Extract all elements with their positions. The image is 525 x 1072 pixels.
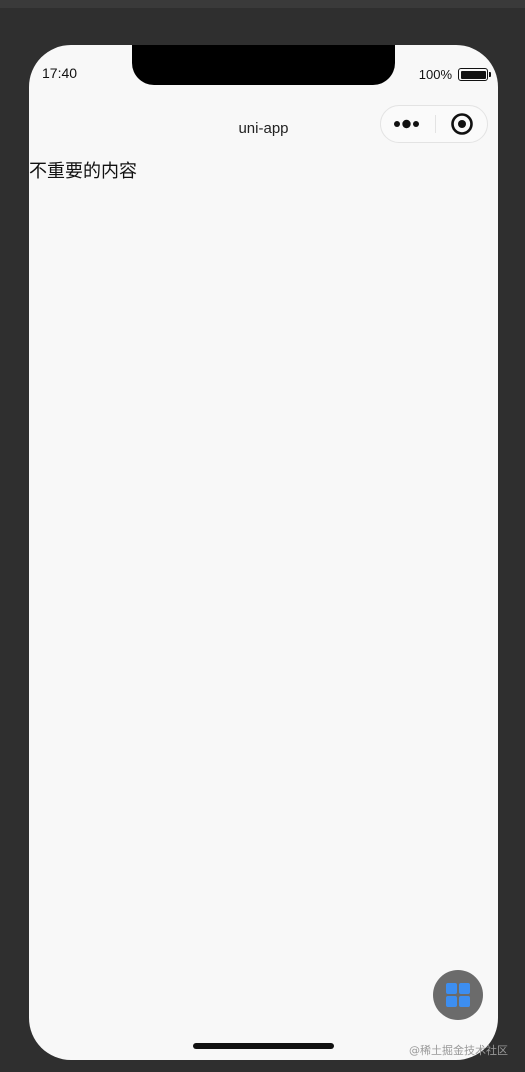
content-text: 不重要的内容 (29, 161, 137, 182)
mini-program-capsule (380, 105, 488, 143)
more-dots-svg (394, 119, 419, 129)
battery-fill (460, 70, 486, 79)
target-close-svg (450, 113, 473, 135)
target-close-icon[interactable] (436, 106, 487, 142)
home-indicator[interactable] (193, 1043, 334, 1049)
battery-percent: 100% (418, 67, 452, 82)
watermark: @稀土掘金技术社区 (409, 1044, 508, 1057)
battery-icon (458, 68, 491, 81)
grid-icon (446, 983, 470, 1007)
floating-grid-button[interactable] (433, 970, 483, 1020)
status-time: 17:40 (42, 65, 78, 81)
window-top-strip (0, 0, 525, 8)
more-dots-icon[interactable] (381, 106, 435, 142)
notch (132, 45, 395, 85)
phone-screen: 17:40 100% uni-app 不重要的内容 (29, 45, 498, 1060)
battery-cap (488, 72, 491, 77)
status-right: 100% (418, 67, 491, 82)
device-frame: 17:40 100% uni-app 不重要的内容 @稀土掘金技术社区 (0, 0, 525, 1072)
